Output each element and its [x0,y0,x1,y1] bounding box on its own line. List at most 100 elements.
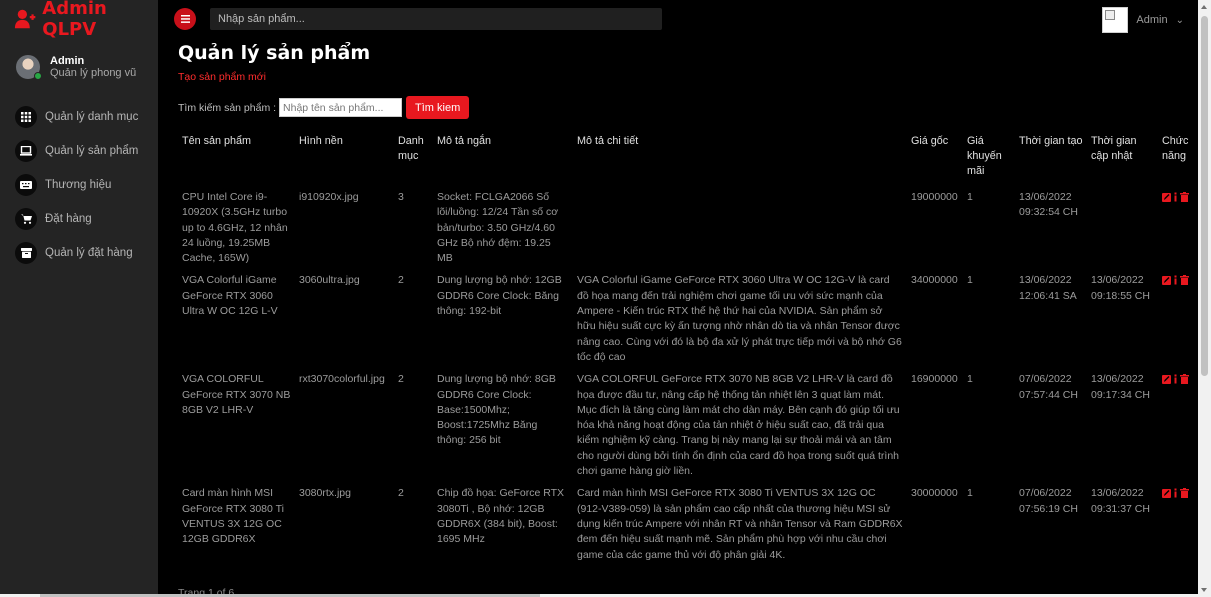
product-price: 34000000 [911,274,958,287]
column-header[interactable]: Hình nền [295,134,394,190]
product-name: Card màn hình MSI GeForce RTX 3080 Ti VE… [182,487,284,546]
online-status-icon [34,72,42,80]
column-header[interactable]: Thời gian tạo [1015,134,1087,190]
scroll-up-icon[interactable] [1201,5,1207,9]
row-actions [1158,190,1196,273]
brand[interactable]: Admin QLPV [0,0,158,40]
product-sale: 1 [967,487,973,500]
table-row: Card màn hình MSI GeForce RTX 3080 Ti VE… [178,486,1196,569]
scroll-down-icon[interactable] [1201,588,1207,592]
keyboard-icon [15,174,37,196]
box-icon [15,242,37,264]
product-name: CPU Intel Core i9-10920X (3.5GHz turbo u… [182,191,288,265]
brand-title: Admin QLPV [42,0,107,40]
product-short-desc: Socket: FCLGA2066 Số lõi/luồng: 12/24 Tầ… [437,191,559,265]
edit-icon[interactable] [1162,374,1171,385]
chevron-down-icon: ⌄ [1175,14,1184,26]
product-sale: 1 [967,373,973,386]
sidebar-item-categories[interactable]: Quản lý danh mục [0,100,158,134]
page-title: Quản lý sản phẩm [178,42,371,64]
product-image: i910920x.jpg [299,191,359,203]
sidebar-item-label: Quản lý đặt hàng [45,247,133,259]
sidebar-item-brands[interactable]: Thương hiệu [0,168,158,202]
product-updated: 13/06/2022 09:31:37 CH [1091,487,1150,515]
column-header[interactable]: Giá gốc [907,134,963,190]
row-actions [1158,372,1196,486]
broken-image-avatar-icon [1102,7,1129,33]
product-detail-desc: VGA Colorful iGame GeForce RTX 3060 Ultr… [577,274,902,363]
sidebar-menu: Quản lý danh mục Quản lý sản phẩm Thương… [0,100,158,270]
row-actions [1158,273,1196,372]
header-user-label: Admin [1136,14,1168,26]
product-updated: 13/06/2022 09:18:55 CH [1091,274,1150,302]
product-detail-desc: VGA COLORFUL GeForce RTX 3070 NB 8GB V2 … [577,373,900,478]
product-created: 13/06/2022 09:32:54 CH [1019,191,1078,219]
product-search-input[interactable] [279,98,403,117]
product-short-desc: Dung lượng bộ nhớ: 12GB GDDR6 Core Clock… [437,274,562,318]
user-role: Quản lý phong vũ [50,67,137,79]
header-search-input[interactable] [210,8,662,30]
product-image: 3060ultra.jpg [299,274,360,287]
product-sale: 1 [967,191,973,203]
products-table: Tên sản phẩm Hình nền Danh mục Mô tả ngắ… [178,134,1196,570]
info-icon[interactable] [1173,374,1178,384]
sidebar-item-orders[interactable]: Đặt hàng [0,202,158,236]
column-header[interactable]: Danh mục [394,134,433,190]
hamburger-icon [180,15,190,23]
info-icon[interactable] [1173,488,1178,498]
avatar [16,55,42,80]
column-header[interactable]: Mô tả ngắn [433,134,573,190]
header-user-menu[interactable]: Admin ⌄ [1102,7,1184,33]
edit-icon[interactable] [1162,275,1171,286]
table-row: CPU Intel Core i9-10920X (3.5GHz turbo u… [178,190,1196,273]
product-created: 07/06/2022 07:57:44 CH [1019,373,1078,401]
product-created: 13/06/2022 12:06:41 SA [1019,274,1077,302]
product-short-desc: Dung lượng bộ nhớ: 8GB GDDR6 Core Clock:… [437,373,556,447]
row-actions [1158,486,1196,569]
trash-icon[interactable] [1180,488,1189,499]
product-sale: 1 [967,274,973,287]
vertical-scrollbar[interactable] [1198,0,1211,597]
create-product-link[interactable]: Tạo sản phẩm mới [178,71,266,83]
sidebar-item-label: Quản lý danh mục [45,111,139,123]
product-name: VGA COLORFUL GeForce RTX 3070 NB 8GB V2 … [182,373,291,416]
column-header[interactable]: Thời gian cập nhật [1087,134,1158,190]
product-image: 3080rtx.jpg [299,487,351,500]
sidebar-item-label: Đặt hàng [45,213,92,225]
info-icon[interactable] [1173,192,1178,202]
user-panel[interactable]: Admin Quản lý phong vũ [0,38,158,86]
column-header[interactable]: Giá khuyến mãi [963,134,1015,190]
scrollbar-thumb[interactable] [1201,16,1208,376]
column-header[interactable]: Chức năng [1158,134,1196,190]
product-category: 2 [398,274,404,287]
info-icon[interactable] [1173,275,1178,285]
product-category: 2 [398,373,404,386]
product-created: 07/06/2022 07:56:19 CH [1019,487,1078,515]
sidebar-item-order-management[interactable]: Quản lý đặt hàng [0,236,158,270]
trash-icon[interactable] [1180,275,1189,286]
sidebar-item-label: Thương hiệu [45,179,112,191]
product-detail-desc: Card màn hình MSI GeForce RTX 3080 Ti VE… [577,487,903,561]
trash-icon[interactable] [1180,192,1189,202]
product-price: 30000000 [911,487,958,500]
search-label: Tìm kiếm sản phẩm : [178,101,277,114]
column-header[interactable]: Mô tả chi tiết [573,134,907,190]
column-header[interactable]: Tên sản phẩm [178,134,295,190]
sidebar-item-products[interactable]: Quản lý sản phẩm [0,134,158,168]
product-category: 2 [398,487,404,500]
product-image: rxt3070colorful.jpg [299,373,385,386]
edit-icon[interactable] [1162,488,1171,499]
table-header-row: Tên sản phẩm Hình nền Danh mục Mô tả ngắ… [178,134,1196,190]
user-name: Admin [50,54,85,67]
product-updated: 13/06/2022 09:17:34 CH [1091,373,1150,401]
laptop-icon [15,140,37,162]
product-price: 16900000 [911,373,958,386]
trash-icon[interactable] [1180,374,1189,385]
search-button[interactable]: Tìm kiem [406,96,470,119]
edit-icon[interactable] [1162,192,1171,202]
menu-toggle-button[interactable] [174,8,196,30]
main-content: Quản lý sản phẩm Tạo sản phẩm mới Tìm ki… [158,38,1198,597]
product-detail-desc [573,190,907,273]
cart-icon [15,208,37,230]
sidebar-item-label: Quản lý sản phẩm [45,145,139,157]
